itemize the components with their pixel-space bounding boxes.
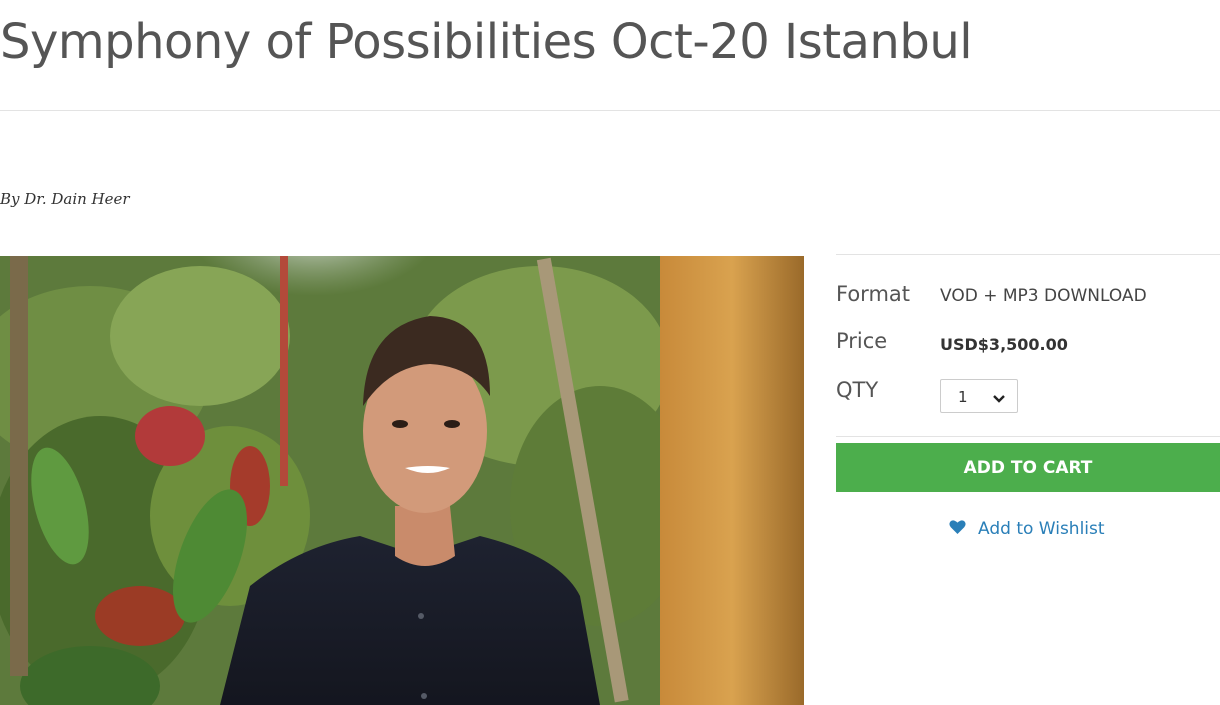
price-label: Price: [836, 329, 888, 353]
chevron-down-icon: [993, 390, 1005, 408]
product-video[interactable]: [0, 256, 804, 705]
video-frame-image: [0, 256, 804, 705]
price-value: USD$3,500.00: [940, 335, 1068, 354]
wishlist-label: Add to Wishlist: [978, 519, 1105, 539]
qty-label: QTY: [836, 378, 879, 402]
add-to-wishlist-link[interactable]: Add to Wishlist: [949, 519, 1105, 539]
quantity-value: 1: [958, 388, 968, 406]
author-byline: By Dr. Dain Heer: [0, 190, 130, 208]
quantity-select[interactable]: 1: [940, 379, 1018, 413]
format-value: VOD + MP3 DOWNLOAD: [940, 286, 1147, 306]
page-title: Symphony of Possibilities Oct-20 Istanbu…: [0, 14, 973, 70]
product-page: Symphony of Possibilities Oct-20 Istanbu…: [0, 0, 1220, 705]
format-label: Format: [836, 282, 911, 306]
title-divider: [0, 110, 1220, 111]
details-divider-top: [836, 254, 1220, 255]
heart-icon: [949, 519, 966, 539]
details-divider-bottom: [836, 436, 1220, 437]
add-to-cart-button[interactable]: ADD TO CART: [836, 443, 1220, 492]
